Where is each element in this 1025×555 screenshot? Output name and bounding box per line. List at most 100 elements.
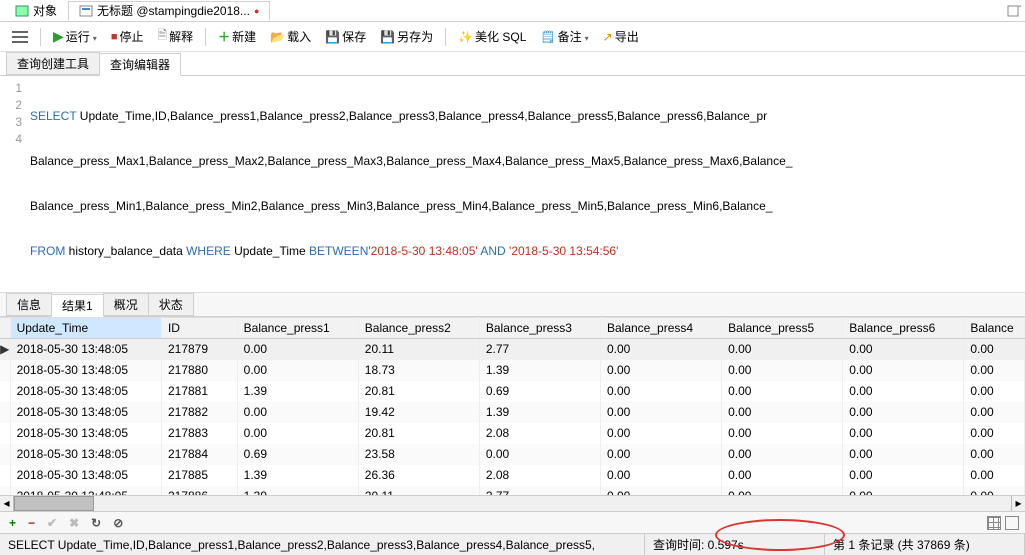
column-header[interactable]: Update_Time: [10, 318, 161, 339]
table-cell[interactable]: 0.00: [964, 486, 1025, 496]
table-cell[interactable]: 2018-05-30 13:48:05: [10, 339, 161, 360]
table-cell[interactable]: 217882: [161, 402, 237, 423]
table-cell[interactable]: 1.39: [237, 465, 358, 486]
new-button[interactable]: ＋新建: [212, 26, 262, 47]
table-cell[interactable]: 0.00: [600, 360, 721, 381]
table-cell[interactable]: 2018-05-30 13:48:05: [10, 402, 161, 423]
table-cell[interactable]: 217886: [161, 486, 237, 496]
save-button[interactable]: 💾保存: [319, 26, 372, 47]
column-header[interactable]: Balance: [964, 318, 1025, 339]
stop-fetch-button[interactable]: ⊘: [110, 516, 126, 530]
table-cell[interactable]: 0.00: [237, 423, 358, 444]
table-row[interactable]: 2018-05-30 13:48:052178820.0019.421.390.…: [0, 402, 1025, 423]
table-cell[interactable]: 0.69: [237, 444, 358, 465]
table-cell[interactable]: 0.00: [600, 444, 721, 465]
table-cell[interactable]: 0.00: [964, 423, 1025, 444]
table-cell[interactable]: 1.39: [237, 381, 358, 402]
results-grid[interactable]: Update_TimeIDBalance_press1Balance_press…: [0, 317, 1025, 495]
column-header[interactable]: Balance_press5: [722, 318, 843, 339]
table-cell[interactable]: 0.00: [964, 402, 1025, 423]
refresh-button[interactable]: ↻: [88, 516, 104, 530]
tab-object[interactable]: 对象: [4, 1, 68, 21]
table-cell[interactable]: 0.00: [843, 465, 964, 486]
table-cell[interactable]: 0.00: [843, 339, 964, 360]
scroll-right-icon[interactable]: ▸: [1011, 496, 1025, 511]
table-cell[interactable]: 20.81: [358, 423, 479, 444]
table-cell[interactable]: 2018-05-30 13:48:05: [10, 465, 161, 486]
table-cell[interactable]: 2.77: [479, 486, 600, 496]
table-row[interactable]: 2018-05-30 13:48:052178861.3920.112.770.…: [0, 486, 1025, 496]
table-cell[interactable]: 217880: [161, 360, 237, 381]
load-button[interactable]: 📂载入: [264, 26, 317, 47]
column-header[interactable]: ID: [161, 318, 237, 339]
table-cell[interactable]: 0.00: [964, 444, 1025, 465]
form-view-icon[interactable]: [1005, 516, 1019, 530]
table-cell[interactable]: 0.00: [600, 486, 721, 496]
table-cell[interactable]: 0.00: [843, 402, 964, 423]
beautify-button[interactable]: ✨美化 SQL: [452, 26, 532, 47]
menu-button[interactable]: [6, 29, 34, 45]
table-cell[interactable]: 0.00: [964, 339, 1025, 360]
saveas-button[interactable]: 💾另存为: [374, 26, 439, 47]
export-button[interactable]: ↗导出: [597, 26, 645, 47]
table-cell[interactable]: 217879: [161, 339, 237, 360]
table-cell[interactable]: 0.00: [722, 360, 843, 381]
table-cell[interactable]: 0.00: [722, 465, 843, 486]
table-cell[interactable]: 0.00: [722, 402, 843, 423]
table-cell[interactable]: 0.00: [600, 381, 721, 402]
table-cell[interactable]: 0.00: [237, 360, 358, 381]
table-cell[interactable]: 1.39: [479, 402, 600, 423]
grid-view-icon[interactable]: [987, 516, 1001, 530]
table-cell[interactable]: 217884: [161, 444, 237, 465]
table-row[interactable]: 2018-05-30 13:48:052178830.0020.812.080.…: [0, 423, 1025, 444]
table-cell[interactable]: 2.08: [479, 423, 600, 444]
tab-status[interactable]: 状态: [148, 293, 194, 316]
table-cell[interactable]: 0.00: [964, 381, 1025, 402]
add-tab-icon[interactable]: +: [1007, 4, 1021, 18]
run-button[interactable]: ▶运行: [47, 26, 103, 47]
table-cell[interactable]: 0.00: [722, 423, 843, 444]
table-cell[interactable]: 0.00: [600, 339, 721, 360]
stop-button[interactable]: ■停止: [105, 26, 150, 47]
table-cell[interactable]: 0.00: [964, 360, 1025, 381]
tab-untitled[interactable]: 无标题 @stampingdie2018... ●: [68, 1, 270, 21]
scroll-thumb[interactable]: [14, 496, 94, 511]
table-cell[interactable]: 0.00: [722, 339, 843, 360]
close-icon[interactable]: ●: [254, 1, 259, 21]
tab-query-builder[interactable]: 查询创建工具: [6, 52, 100, 75]
add-record-button[interactable]: +: [6, 516, 19, 530]
table-cell[interactable]: 20.11: [358, 486, 479, 496]
table-cell[interactable]: 217885: [161, 465, 237, 486]
tab-profile[interactable]: 概况: [103, 293, 149, 316]
sql-code[interactable]: SELECT Update_Time,ID,Balance_press1,Bal…: [30, 80, 1025, 288]
table-cell[interactable]: 18.73: [358, 360, 479, 381]
table-cell[interactable]: 2018-05-30 13:48:05: [10, 423, 161, 444]
table-cell[interactable]: 2.08: [479, 465, 600, 486]
table-cell[interactable]: 0.00: [237, 402, 358, 423]
table-cell[interactable]: 2018-05-30 13:48:05: [10, 486, 161, 496]
table-cell[interactable]: 26.36: [358, 465, 479, 486]
table-cell[interactable]: 0.00: [722, 444, 843, 465]
table-cell[interactable]: 1.39: [479, 360, 600, 381]
horizontal-scrollbar[interactable]: ◂ ▸: [0, 495, 1025, 511]
tab-result1[interactable]: 结果1: [51, 294, 104, 317]
table-cell[interactable]: 0.00: [479, 444, 600, 465]
table-cell[interactable]: 2018-05-30 13:48:05: [10, 360, 161, 381]
tab-info[interactable]: 信息: [6, 293, 52, 316]
table-row[interactable]: 2018-05-30 13:48:052178840.6923.580.000.…: [0, 444, 1025, 465]
table-cell[interactable]: 0.00: [600, 423, 721, 444]
table-cell[interactable]: 0.00: [600, 465, 721, 486]
note-button[interactable]: 🗒备注: [534, 26, 594, 47]
scroll-left-icon[interactable]: ◂: [0, 496, 14, 511]
commit-button[interactable]: ✔: [44, 516, 60, 530]
table-cell[interactable]: 23.58: [358, 444, 479, 465]
table-cell[interactable]: 2018-05-30 13:48:05: [10, 444, 161, 465]
table-cell[interactable]: 0.00: [843, 381, 964, 402]
table-cell[interactable]: 0.00: [722, 486, 843, 496]
table-row[interactable]: 2018-05-30 13:48:052178811.3920.810.690.…: [0, 381, 1025, 402]
table-cell[interactable]: 0.00: [600, 402, 721, 423]
table-row[interactable]: ▶2018-05-30 13:48:052178790.0020.112.770…: [0, 339, 1025, 360]
column-header[interactable]: Balance_press3: [479, 318, 600, 339]
tab-query-editor[interactable]: 查询编辑器: [99, 53, 181, 76]
table-cell[interactable]: 2.77: [479, 339, 600, 360]
